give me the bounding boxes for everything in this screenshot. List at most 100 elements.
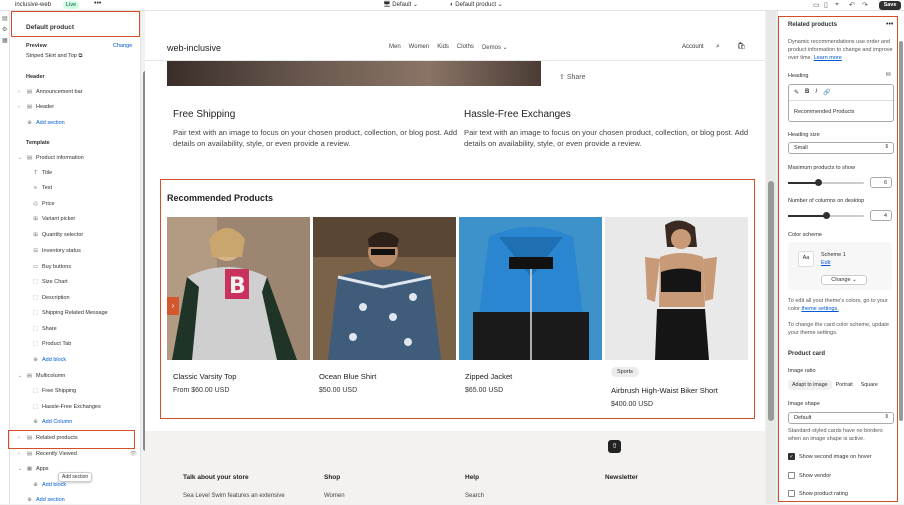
plus-icon: ⊕ (33, 419, 38, 425)
top-bar: inclusive-web Live ••• 🖥 Default ⌄ ◐ Def… (0, 0, 904, 11)
share-icon: ⬚ (32, 326, 39, 332)
scroll-up-button[interactable]: ⇧ (608, 440, 621, 453)
block-product-tab[interactable]: ⬚ Product Tab (32, 339, 71, 349)
nav-kids[interactable]: Kids (437, 44, 449, 51)
quantity-icon: ⊞ (33, 232, 38, 238)
block-title[interactable]: T Title (32, 168, 52, 178)
section-icon: ▤ (26, 104, 33, 110)
nav-demos[interactable]: Demos ⌄ (482, 44, 508, 51)
column-hassle-free[interactable]: ⬚ Hassle-Free Exchanges (32, 402, 101, 412)
add-block-product[interactable]: ⊕ Add block (32, 355, 66, 365)
highlight-template-title (11, 11, 140, 37)
section-icon: ▤ (26, 451, 33, 457)
inspector-icon[interactable]: ⌖ (835, 1, 839, 9)
preview-change-link[interactable]: Change (113, 43, 132, 49)
store-name[interactable]: inclusive-web (15, 2, 51, 8)
block-quantity-selector[interactable]: ⊞ Quantity selector (32, 230, 83, 240)
store-logo[interactable]: web-inclusive (167, 43, 221, 53)
column-free-shipping[interactable]: ⬚ Free Shipping (32, 386, 76, 396)
mobile-view-icon[interactable]: ▯ (824, 1, 828, 9)
block-share[interactable]: ⬚ Share (32, 324, 57, 334)
add-column[interactable]: ⊕ Add Column (32, 417, 72, 427)
feature-title: Hassle-Free Exchanges (464, 109, 571, 120)
plus-icon: ⊕ (27, 120, 32, 126)
block-icon: ⬚ (32, 279, 39, 285)
footer-heading: Talk about your store (183, 474, 249, 481)
block-inventory-status[interactable]: ⊟ Inventory status (32, 246, 81, 256)
section-icon: ▤ (26, 89, 33, 95)
block-buy-buttons[interactable]: ▭ Buy buttons (32, 262, 71, 272)
template-group-label: Template (26, 140, 50, 146)
sidebar-item-announcement-bar[interactable]: › ▤ Announcement bar (18, 87, 82, 97)
section-icon: ▤ (26, 155, 33, 161)
sidebar-item-recently-viewed[interactable]: › ▤ Recently Viewed 👁 (18, 449, 137, 459)
block-text[interactable]: ≡ Text (32, 183, 52, 193)
theme-selector[interactable]: 🖥 Default ⌄ (383, 1, 418, 8)
apps-icon[interactable]: ▦ (2, 37, 8, 44)
live-badge: Live (63, 1, 80, 9)
site-footer: Talk about your store Sea Level Swim fea… (145, 431, 765, 504)
preview-label: Preview (26, 43, 47, 49)
nav-women[interactable]: Women (409, 44, 430, 51)
add-section-tooltip: Add section (58, 472, 93, 482)
template-selector[interactable]: ◐ Default product ⌄ (450, 1, 503, 8)
plus-icon: ⊕ (27, 497, 32, 503)
sidebar-item-apps[interactable]: ⌄ ▦ Apps (18, 464, 49, 474)
highlight-related-products (8, 430, 135, 449)
block-icon: ⬚ (32, 295, 39, 301)
plus-icon: ⊕ (33, 482, 38, 488)
feature-text: Pair text with an image to focus on your… (173, 128, 458, 148)
button-icon: ▭ (32, 264, 39, 270)
nav-cloths[interactable]: Cloths (457, 44, 474, 51)
undo-icon[interactable]: ↶ (849, 1, 855, 9)
feature-text: Pair text with an image to focus on your… (464, 128, 749, 148)
account-link[interactable]: Account (682, 44, 704, 50)
block-price[interactable]: ◎ Price (32, 199, 54, 209)
add-section-header[interactable]: ⊕ Add section (18, 118, 65, 128)
save-button[interactable]: Save (879, 1, 901, 10)
price-icon: ◎ (33, 201, 38, 207)
variant-icon: ⊞ (33, 216, 38, 222)
title-icon: T (33, 170, 38, 176)
footer-heading: Help (465, 474, 480, 481)
section-icon: ▤ (26, 373, 33, 379)
share-button[interactable]: ⇪ Share (559, 73, 586, 81)
settings-scrollbar[interactable] (899, 41, 903, 421)
block-icon: ⬚ (32, 310, 39, 316)
nav-men[interactable]: Men (389, 44, 401, 51)
product-image (167, 61, 541, 86)
block-description[interactable]: ⬚ Description (32, 293, 70, 303)
sidebar-item-product-information[interactable]: ⌄ ▤ Product information (18, 153, 84, 163)
cart-icon[interactable]: 🛍 (737, 42, 746, 50)
settings-icon[interactable]: ⚙ (2, 26, 7, 33)
site-header: web-inclusive Men Women Kids Cloths Demo… (145, 11, 765, 61)
eye-icon[interactable]: 👁 (130, 451, 137, 457)
desktop-view-icon[interactable]: ▭ (813, 1, 820, 9)
text-icon: ≡ (33, 185, 38, 191)
block-size-chart[interactable]: ⬚ Size Chart (32, 277, 68, 287)
footer-text: Sea Level Swim features an extensive (183, 493, 285, 499)
more-menu-icon[interactable]: ••• (94, 0, 101, 7)
block-variant-picker[interactable]: ⊞ Variant picker (32, 214, 75, 224)
footer-heading: Shop (324, 474, 341, 481)
footer-heading: Newsletter (605, 474, 638, 481)
search-icon[interactable]: ⌕ (716, 43, 720, 51)
block-shipping-message[interactable]: ⬚ Shipping Related Message (32, 308, 108, 318)
inventory-icon: ⊟ (33, 248, 38, 254)
apps-icon: ▦ (26, 466, 33, 472)
sidebar-item-header[interactable]: › ▤ Header (18, 102, 54, 112)
sections-icon[interactable]: ▤ (2, 15, 8, 22)
block-icon: ⬚ (32, 341, 39, 347)
plus-icon: ⊕ (33, 357, 38, 363)
redo-icon[interactable]: ↷ (862, 1, 868, 9)
highlight-recommended-section (160, 179, 755, 419)
highlight-settings-panel (778, 16, 898, 502)
header-group-label: Header (26, 74, 45, 80)
column-icon: ⬚ (32, 404, 39, 410)
sidebar-item-multicolumn[interactable]: ⌄ ▤ Multicolumn (18, 371, 65, 381)
preview-product[interactable]: Striped Skirt and Top ⧉ (26, 53, 82, 60)
preview-scrollbar[interactable] (766, 11, 776, 504)
feature-title: Free Shipping (173, 109, 236, 120)
footer-link[interactable]: Women (324, 493, 345, 499)
footer-link[interactable]: Search (465, 493, 484, 499)
